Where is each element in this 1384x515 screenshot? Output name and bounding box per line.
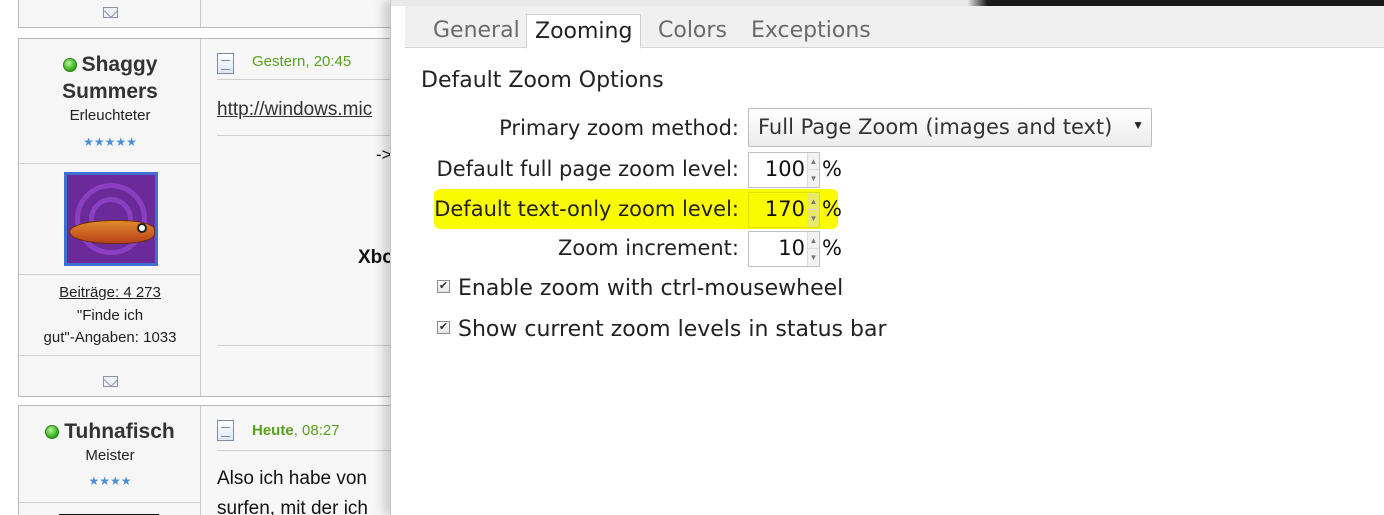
post-sidebar	[19, 0, 201, 27]
divider	[19, 502, 200, 503]
rank-stars-icon: ★★★★★	[83, 135, 137, 149]
tab-bar: General Zooming Colors Exceptions	[405, 6, 1384, 49]
user-rank: Meister	[85, 447, 135, 464]
section-title: Default Zoom Options	[421, 68, 664, 93]
text-only-zoom-input[interactable]: 170 ▲ ▼	[748, 192, 820, 228]
divider	[217, 450, 417, 451]
document-icon	[217, 420, 234, 441]
tab-colors[interactable]: Colors	[650, 14, 735, 48]
mail-icon[interactable]	[103, 7, 118, 18]
post-link[interactable]: http://windows.mic	[217, 99, 372, 121]
divider	[217, 79, 417, 80]
spinner-arrows-icon[interactable]: ▲ ▼	[807, 153, 819, 187]
spinner-arrows-icon[interactable]: ▲ ▼	[807, 232, 819, 266]
spinner-arrows-icon[interactable]: ▲ ▼	[807, 193, 819, 227]
text-only-zoom-label: Default text-only zoom level:	[434, 197, 739, 221]
post-sidebar: Shaggy Summers Erleuchteter ★★★★★ Beiträ…	[19, 39, 201, 396]
user-rank: Erleuchteter	[69, 107, 151, 124]
zoom-options-dialog: General Zooming Colors Exceptions Defaul…	[390, 0, 1384, 515]
chevron-down-icon[interactable]: ▼	[1132, 118, 1144, 132]
forum-page: Shaggy Summers Erleuchteter ★★★★★ Beiträ…	[0, 0, 418, 515]
divider	[217, 345, 417, 346]
divider	[19, 355, 200, 356]
tab-exceptions[interactable]: Exceptions	[743, 14, 879, 48]
post-date: Heute, 08:27	[252, 422, 340, 439]
divider	[217, 135, 417, 136]
divider	[19, 274, 200, 275]
show-zoom-status-label[interactable]: Show current zoom levels in status bar	[458, 317, 887, 342]
rank-stars-icon: ★★★★	[88, 474, 132, 488]
primary-zoom-label: Primary zoom method:	[499, 116, 739, 140]
post-tuhnafisch: Tuhnafisch Meister ★★★★ Heute, 08:27 Als…	[18, 405, 418, 515]
zoom-increment-label: Zoom increment:	[558, 236, 739, 260]
post-text: surfen, mit der ich	[217, 498, 368, 515]
full-page-zoom-input[interactable]: 100 ▲ ▼	[748, 152, 820, 188]
post-body: Heute, 08:27 Also ich habe von surfen, m…	[202, 406, 417, 515]
post-count-link[interactable]: Beiträge: 4 273	[19, 282, 201, 304]
tab-zooming[interactable]: Zooming	[526, 14, 642, 49]
post-text: Also ich habe von	[217, 468, 367, 489]
online-status-icon	[62, 58, 77, 72]
page-gutter	[0, 0, 18, 515]
show-zoom-status-checkbox[interactable]: ✔	[437, 321, 450, 334]
full-page-zoom-label: Default full page zoom level:	[436, 157, 739, 181]
post-body: Gestern, 20:45 http://windows.mic -> Xbo	[202, 39, 417, 396]
enable-ctrl-wheel-checkbox[interactable]: ✔	[437, 280, 450, 293]
post-sidebar: Tuhnafisch Meister ★★★★	[19, 406, 201, 515]
username[interactable]: Shaggy Summers	[19, 51, 201, 105]
primary-zoom-select[interactable]: Full Page Zoom (images and text) ▼	[748, 108, 1152, 147]
enable-ctrl-wheel-label[interactable]: Enable zoom with ctrl-mousewheel	[458, 276, 843, 301]
document-icon	[217, 53, 234, 74]
primary-zoom-value: Full Page Zoom (images and text)	[758, 115, 1113, 139]
avatar[interactable]	[64, 172, 158, 266]
tab-general[interactable]: General	[425, 14, 528, 48]
online-status-icon	[45, 425, 60, 439]
post-bold-text: Xbo	[358, 247, 394, 268]
percent-sign: %	[822, 197, 842, 221]
zoom-increment-input[interactable]: 10 ▲ ▼	[748, 231, 820, 267]
post-date: Gestern, 20:45	[252, 53, 352, 70]
username[interactable]: Tuhnafisch	[19, 418, 201, 445]
likes-count: "Finde ich gut"-Angaben: 1033	[43, 307, 177, 346]
divider	[19, 163, 200, 164]
mail-icon[interactable]	[103, 376, 118, 387]
percent-sign: %	[822, 157, 842, 181]
post-tail	[18, 0, 418, 28]
percent-sign: %	[822, 236, 842, 260]
post-shaggy: Shaggy Summers Erleuchteter ★★★★★ Beiträ…	[18, 38, 418, 397]
